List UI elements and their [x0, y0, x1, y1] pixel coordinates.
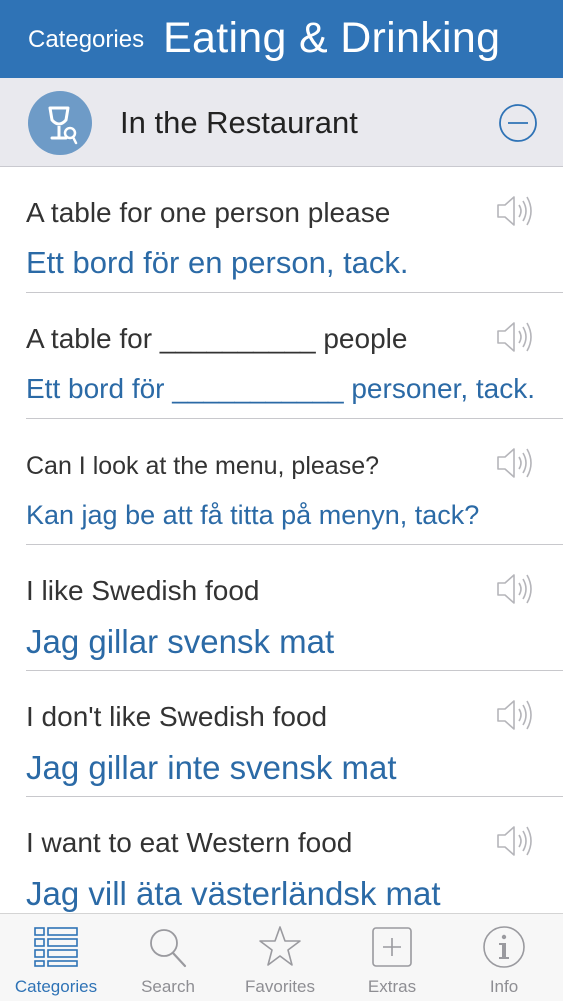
phrase-row[interactable]: I want to eat Western food Jag vill äta …	[26, 797, 563, 913]
phrase-translation: Kan jag be att få titta på menyn, tack?	[26, 500, 480, 530]
section-title: In the Restaurant	[120, 105, 358, 140]
speaker-icon[interactable]	[495, 445, 535, 481]
phrase-translation: Jag vill äta västerländsk mat	[26, 875, 441, 912]
phrase-source: A table for one person please	[26, 197, 391, 228]
phrase-source: I want to eat Western food	[26, 827, 353, 858]
phrase-row[interactable]: A table for one person please Ett bord f…	[26, 167, 563, 293]
search-icon	[150, 929, 187, 968]
plus-box-icon	[372, 927, 412, 967]
phrase-translation: Jag gillar svensk mat	[26, 623, 335, 660]
phrase-translation: Ett bord för en person, tack.	[26, 245, 409, 280]
tab-categories[interactable]: Categories	[0, 914, 112, 1001]
section-header[interactable]: In the Restaurant	[0, 78, 563, 167]
speaker-icon[interactable]	[495, 571, 535, 607]
phrase-source: Can I look at the menu, please?	[26, 452, 380, 480]
phrase-list: A table for one person please Ett bord f…	[0, 167, 563, 913]
tab-label: Search	[141, 977, 195, 996]
star-icon	[259, 926, 301, 966]
tab-label: Info	[489, 977, 519, 996]
phrase-row[interactable]: A table for __________ people Ett bord f…	[26, 293, 563, 419]
phrase-translation: Jag gillar inte svensk mat	[26, 749, 397, 786]
tab-info[interactable]: Info	[448, 914, 560, 1001]
tab-label: Favorites	[245, 977, 315, 996]
phrase-source: I like Swedish food	[26, 575, 260, 606]
navigation-bar: Categories Eating & Drinking	[0, 0, 563, 78]
tab-label: Categories	[14, 977, 98, 996]
back-to-categories-button[interactable]: Categories	[28, 26, 144, 54]
tab-favorites[interactable]: Favorites	[224, 914, 336, 1001]
page-title: Eating & Drinking	[163, 14, 501, 62]
speaker-icon[interactable]	[495, 319, 535, 355]
wine-glass-fork-icon	[28, 91, 92, 155]
tab-bar: Categories Search Favorites Extras Info	[0, 913, 563, 1001]
tab-search[interactable]: Search	[112, 914, 224, 1001]
phrase-translation: Ett bord för ___________ personer, tack.	[26, 373, 536, 404]
phrase-source: A table for __________ people	[26, 323, 408, 354]
speaker-icon[interactable]	[495, 697, 535, 733]
tab-extras[interactable]: Extras	[336, 914, 448, 1001]
phrase-row[interactable]: I like Swedish food Jag gillar svensk ma…	[26, 545, 563, 671]
speaker-icon[interactable]	[495, 823, 535, 859]
speaker-icon[interactable]	[495, 193, 535, 229]
info-icon	[483, 926, 525, 968]
phrase-row[interactable]: I don't like Swedish food Jag gillar int…	[26, 671, 563, 797]
minus-circle-icon[interactable]	[498, 103, 538, 143]
phrase-source: I don't like Swedish food	[26, 701, 328, 732]
tab-label: Extras	[367, 977, 417, 996]
phrase-row[interactable]: Can I look at the menu, please? Kan jag …	[26, 419, 563, 545]
list-icon	[34, 927, 78, 967]
